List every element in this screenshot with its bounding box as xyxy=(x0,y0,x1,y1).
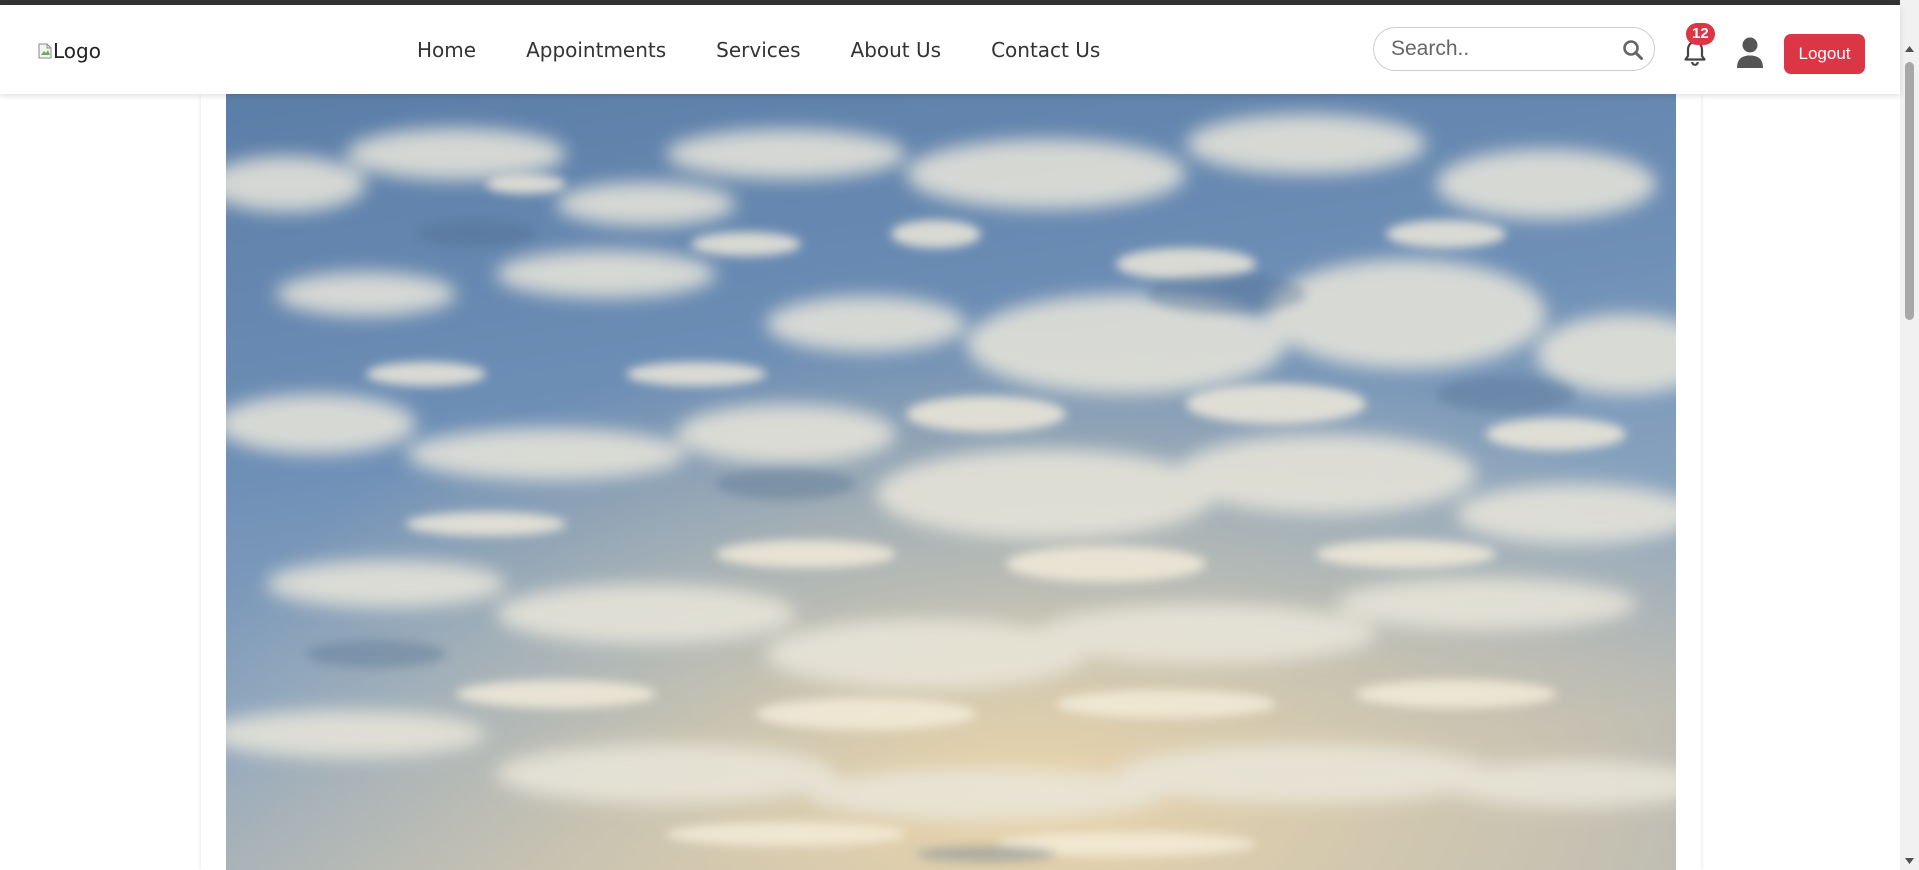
logout-button[interactable]: Logout xyxy=(1784,34,1865,74)
nav-home[interactable]: Home xyxy=(417,38,476,62)
search-icon[interactable] xyxy=(1622,39,1644,61)
notification-badge: 12 xyxy=(1686,23,1715,45)
page-scrollbar[interactable] xyxy=(1900,0,1919,870)
nav-appointments[interactable]: Appointments xyxy=(526,38,666,62)
site-header: Logo Home Appointments Services About Us… xyxy=(0,5,1900,94)
hero-sky-image xyxy=(226,94,1676,870)
nav-contact-us[interactable]: Contact Us xyxy=(991,38,1100,62)
scrollbar-thumb[interactable] xyxy=(1905,62,1914,320)
search-input[interactable] xyxy=(1389,36,1608,62)
broken-image-icon xyxy=(38,43,52,59)
scroll-down-arrow-icon[interactable] xyxy=(1904,856,1915,866)
main-nav: Home Appointments Services About Us Cont… xyxy=(417,38,1150,62)
nav-about-us[interactable]: About Us xyxy=(851,38,942,62)
site-logo[interactable]: Logo xyxy=(38,39,101,63)
scroll-up-arrow-icon[interactable] xyxy=(1904,44,1915,54)
user-icon[interactable] xyxy=(1736,37,1764,69)
search-box xyxy=(1373,27,1655,71)
logo-alt-text: Logo xyxy=(53,39,101,63)
nav-services[interactable]: Services xyxy=(716,38,800,62)
